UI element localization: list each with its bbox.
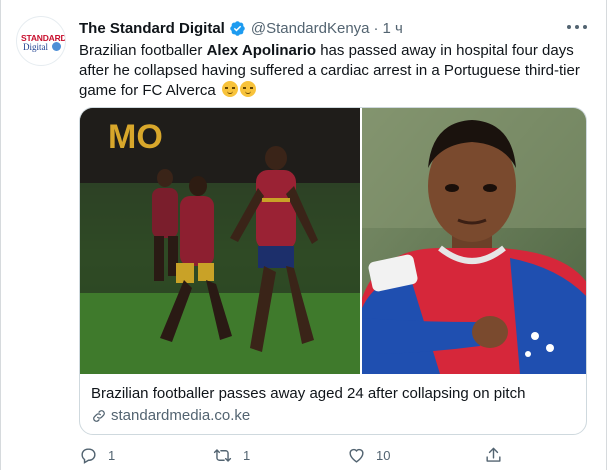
card-domain-text: standardmedia.co.ke: [111, 407, 251, 424]
reply-icon: [81, 447, 96, 464]
share-button[interactable]: [484, 444, 513, 466]
action-bar: 1 1 10: [79, 444, 519, 466]
pensive-face-icon: [221, 81, 238, 97]
like-icon: [349, 448, 364, 463]
tweet-text-bold: Alex Apolinario: [206, 42, 317, 59]
like-count: 10: [376, 447, 391, 463]
avatar-logo-line2: Digital: [23, 42, 48, 52]
more-icon[interactable]: [567, 21, 587, 33]
link-card[interactable]: MO Brazilian footballer passes away aged…: [79, 107, 587, 435]
card-title[interactable]: Brazilian footballer passes away aged 24…: [91, 385, 525, 402]
tweet-container[interactable]: STANDARD Digital The Standard Digital @S…: [0, 0, 607, 470]
tweet-header: The Standard Digital @StandardKenya · 1 …: [79, 18, 403, 38]
separator-dot: ·: [373, 19, 379, 37]
avatar-globe-icon: [52, 42, 61, 51]
share-icon: [486, 447, 501, 462]
tweet-text: Brazilian footballer Alex Apolinario has…: [79, 41, 594, 101]
verified-badge-icon: [230, 20, 245, 36]
display-name[interactable]: The Standard Digital: [79, 20, 225, 37]
pensive-face-icon: [239, 81, 256, 97]
timestamp[interactable]: 1 ч: [383, 20, 403, 37]
tweet-text-part1: Brazilian footballer: [79, 42, 207, 59]
retweet-button[interactable]: 1: [212, 444, 250, 466]
retweet-count: 1: [243, 447, 251, 463]
reply-count: 1: [108, 447, 116, 463]
like-button[interactable]: 10: [347, 444, 390, 466]
avatar[interactable]: STANDARD Digital: [16, 16, 66, 66]
card-domain[interactable]: standardmedia.co.ke: [91, 407, 250, 424]
reply-button[interactable]: 1: [79, 444, 115, 466]
stadium-sign-text: MO: [108, 118, 163, 156]
retweet-icon: [213, 448, 232, 462]
handle[interactable]: @StandardKenya: [251, 20, 370, 37]
link-icon: [93, 409, 105, 422]
card-image[interactable]: MO: [80, 108, 587, 374]
